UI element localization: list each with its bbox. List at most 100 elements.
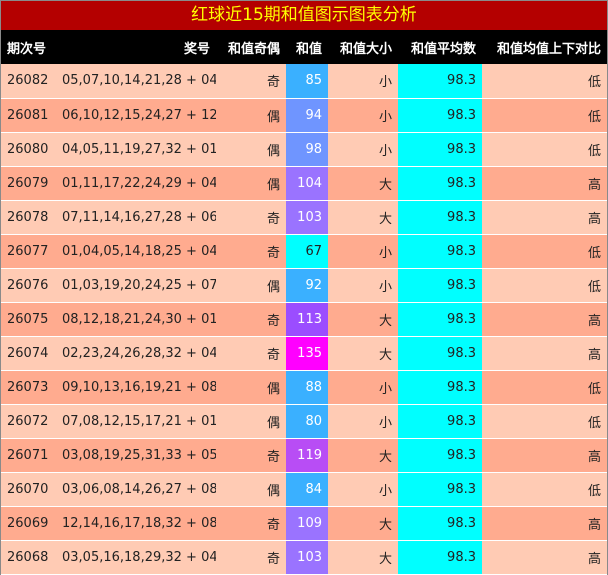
numbers-cell: 01,04,05,14,18,25 + 04 <box>56 234 216 269</box>
table-row: 26069 12,14,16,17,18,32 + 08 奇 109 大 98.3 高 <box>1 506 607 541</box>
period-cell: 26069 <box>1 506 56 541</box>
numbers-cell: 06,10,12,15,24,27 + 12 <box>56 98 216 133</box>
sum-cell: 104 <box>286 166 328 201</box>
size-cell: 大 <box>328 200 398 235</box>
sum-analysis-panel: 红球近15期和值图示图表分析 期次号 奖号 和值奇偶 和值 和值大小 和值平均数… <box>0 0 608 575</box>
compare-cell: 低 <box>482 268 607 303</box>
compare-cell: 低 <box>482 64 607 99</box>
size-cell: 小 <box>328 132 398 167</box>
compare-cell: 高 <box>482 336 607 371</box>
numbers-cell: 12,14,16,17,18,32 + 08 <box>56 506 216 541</box>
average-cell: 98.3 <box>398 540 482 575</box>
header-parity: 和值奇偶 <box>216 30 286 64</box>
compare-cell: 高 <box>482 540 607 575</box>
header-average: 和值平均数 <box>398 30 482 64</box>
header-size: 和值大小 <box>328 30 398 64</box>
compare-cell: 高 <box>482 302 607 337</box>
numbers-cell: 07,11,14,16,27,28 + 06 <box>56 200 216 235</box>
numbers-cell: 02,23,24,26,28,32 + 04 <box>56 336 216 371</box>
page-title: 红球近15期和值图示图表分析 <box>1 1 607 30</box>
size-cell: 小 <box>328 98 398 133</box>
sum-cell: 103 <box>286 200 328 235</box>
table-row: 26076 01,03,19,20,24,25 + 07 偶 92 小 98.3 低 <box>1 268 607 303</box>
table-row: 26078 07,11,14,16,27,28 + 06 奇 103 大 98.3 高 <box>1 200 607 235</box>
table-row: 26070 03,06,08,14,26,27 + 08 偶 84 小 98.3 低 <box>1 472 607 507</box>
numbers-cell: 05,07,10,14,21,28 + 04 <box>56 64 216 99</box>
size-cell: 大 <box>328 540 398 575</box>
period-cell: 26075 <box>1 302 56 337</box>
numbers-cell: 09,10,13,16,19,21 + 08 <box>56 370 216 405</box>
average-cell: 98.3 <box>398 506 482 541</box>
sum-cell: 85 <box>286 64 328 99</box>
period-cell: 26071 <box>1 438 56 473</box>
period-cell: 26079 <box>1 166 56 201</box>
sum-cell: 94 <box>286 98 328 133</box>
average-cell: 98.3 <box>398 472 482 507</box>
table-row: 26081 06,10,12,15,24,27 + 12 偶 94 小 98.3 低 <box>1 98 607 133</box>
compare-cell: 高 <box>482 166 607 201</box>
numbers-cell: 08,12,18,21,24,30 + 01 <box>56 302 216 337</box>
table-body: 26082 05,07,10,14,21,28 + 04 奇 85 小 98.3 低 2608… <box>1 64 607 575</box>
sum-analysis-table: 期次号 奖号 和值奇偶 和值 和值大小 和值平均数 和值均值上下对比 26082… <box>1 30 607 575</box>
numbers-cell: 03,08,19,25,31,33 + 05 <box>56 438 216 473</box>
table-row: 26073 09,10,13,16,19,21 + 08 偶 88 小 98.3 低 <box>1 370 607 405</box>
parity-cell: 奇 <box>216 438 286 473</box>
period-cell: 26074 <box>1 336 56 371</box>
sum-cell: 80 <box>286 404 328 439</box>
sum-cell: 88 <box>286 370 328 405</box>
average-cell: 98.3 <box>398 64 482 99</box>
table-row: 26082 05,07,10,14,21,28 + 04 奇 85 小 98.3 低 <box>1 64 607 99</box>
table-row: 26072 07,08,12,15,17,21 + 01 偶 80 小 98.3 低 <box>1 404 607 439</box>
numbers-cell: 01,11,17,22,24,29 + 04 <box>56 166 216 201</box>
period-cell: 26080 <box>1 132 56 167</box>
parity-cell: 偶 <box>216 404 286 439</box>
sum-cell: 84 <box>286 472 328 507</box>
header-compare: 和值均值上下对比 <box>482 30 607 64</box>
compare-cell: 低 <box>482 404 607 439</box>
parity-cell: 奇 <box>216 64 286 99</box>
compare-cell: 低 <box>482 234 607 269</box>
period-cell: 26077 <box>1 234 56 269</box>
average-cell: 98.3 <box>398 370 482 405</box>
header-sum: 和值 <box>286 30 328 64</box>
size-cell: 大 <box>328 336 398 371</box>
table-row: 26077 01,04,05,14,18,25 + 04 奇 67 小 98.3 低 <box>1 234 607 269</box>
size-cell: 大 <box>328 438 398 473</box>
sum-cell: 92 <box>286 268 328 303</box>
size-cell: 小 <box>328 472 398 507</box>
header-numbers: 奖号 <box>56 30 216 64</box>
compare-cell: 低 <box>482 472 607 507</box>
sum-cell: 113 <box>286 302 328 337</box>
numbers-cell: 07,08,12,15,17,21 + 01 <box>56 404 216 439</box>
average-cell: 98.3 <box>398 438 482 473</box>
sum-cell: 98 <box>286 132 328 167</box>
sum-cell: 109 <box>286 506 328 541</box>
size-cell: 大 <box>328 302 398 337</box>
parity-cell: 偶 <box>216 472 286 507</box>
parity-cell: 奇 <box>216 200 286 235</box>
table-row: 26068 03,05,16,18,29,32 + 04 奇 103 大 98.3 高 <box>1 540 607 575</box>
average-cell: 98.3 <box>398 302 482 337</box>
table-row: 26075 08,12,18,21,24,30 + 01 奇 113 大 98.3 高 <box>1 302 607 337</box>
table-row: 26071 03,08,19,25,31,33 + 05 奇 119 大 98.3 高 <box>1 438 607 473</box>
table-row: 26080 04,05,11,19,27,32 + 01 偶 98 小 98.3 低 <box>1 132 607 167</box>
numbers-cell: 01,03,19,20,24,25 + 07 <box>56 268 216 303</box>
size-cell: 小 <box>328 234 398 269</box>
compare-cell: 高 <box>482 506 607 541</box>
parity-cell: 偶 <box>216 370 286 405</box>
size-cell: 大 <box>328 166 398 201</box>
parity-cell: 奇 <box>216 540 286 575</box>
period-cell: 26073 <box>1 370 56 405</box>
size-cell: 小 <box>328 64 398 99</box>
period-cell: 26070 <box>1 472 56 507</box>
average-cell: 98.3 <box>398 98 482 133</box>
parity-cell: 偶 <box>216 166 286 201</box>
parity-cell: 奇 <box>216 234 286 269</box>
parity-cell: 奇 <box>216 506 286 541</box>
size-cell: 小 <box>328 404 398 439</box>
average-cell: 98.3 <box>398 166 482 201</box>
size-cell: 小 <box>328 370 398 405</box>
sum-cell: 67 <box>286 234 328 269</box>
sum-cell: 103 <box>286 540 328 575</box>
period-cell: 26072 <box>1 404 56 439</box>
